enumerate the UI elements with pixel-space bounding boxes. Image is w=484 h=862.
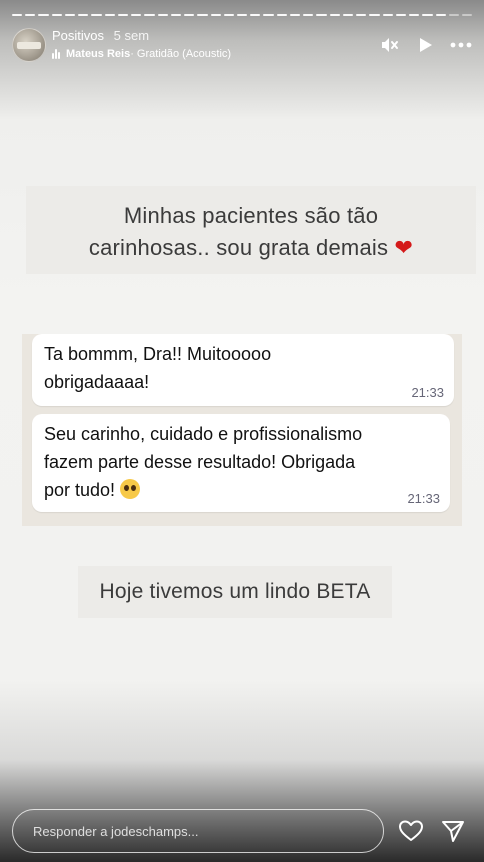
progress-segment xyxy=(78,14,89,16)
story-meta: Positivos 5 sem xyxy=(52,28,149,43)
progress-segment xyxy=(303,14,314,16)
pleading-face-emoji-icon xyxy=(120,479,141,499)
music-info[interactable]: Mateus Reis · Gratidão (Acoustic) xyxy=(52,48,231,60)
progress-segment xyxy=(369,14,380,16)
caption-top: Minhas pacientes são tão carinhosas.. so… xyxy=(26,186,476,274)
caption-top-line2: carinhosas.. sou grata demais xyxy=(88,235,395,260)
heart-emoji-icon: ❤ xyxy=(394,235,414,260)
account-name[interactable]: Positivos xyxy=(52,28,104,43)
progress-segment xyxy=(170,14,182,16)
progress-segment xyxy=(289,14,301,16)
progress-segment xyxy=(409,14,420,16)
progress-segment xyxy=(38,14,49,16)
chat-screenshot: Ta bommm, Dra!! Muitooooo obrigadaaaa! 2… xyxy=(22,334,462,526)
progress-segment xyxy=(448,14,459,16)
progress-segment xyxy=(157,14,168,16)
header-actions xyxy=(378,34,472,56)
progress-segment xyxy=(184,14,195,16)
message-time: 21:33 xyxy=(407,491,440,506)
post-time: 5 sem xyxy=(113,28,150,43)
music-artist: Mateus Reis xyxy=(66,48,131,60)
progress-segment xyxy=(342,14,354,16)
story-progress xyxy=(12,14,473,16)
progress-segment xyxy=(316,14,327,16)
play-icon[interactable] xyxy=(414,34,436,56)
progress-segment xyxy=(64,14,76,16)
message-text-line: por tudo! xyxy=(44,480,121,500)
reply-placeholder: Responder a jodeschamps... xyxy=(33,823,199,839)
progress-segment xyxy=(12,14,23,16)
progress-segment xyxy=(395,14,407,16)
send-icon[interactable] xyxy=(440,818,466,844)
speaker-mute-icon[interactable] xyxy=(378,34,400,56)
caption-bottom: Hoje tivemos um lindo BETA xyxy=(78,566,392,618)
progress-segment xyxy=(223,14,234,16)
progress-segment xyxy=(356,14,367,16)
story-viewer: Positivos 5 sem Mateus Reis · Gratidão (… xyxy=(0,0,484,862)
chat-bubble: Seu carinho, cuidado e profissionalismo … xyxy=(32,414,450,512)
progress-segment xyxy=(51,14,62,16)
progress-segment xyxy=(236,14,248,16)
message-text-line: obrigadaaaa! xyxy=(44,372,150,392)
progress-segment xyxy=(210,14,221,16)
progress-segment xyxy=(435,14,446,16)
progress-segment xyxy=(197,14,208,16)
music-title: · Gratidão (Acoustic) xyxy=(130,48,232,60)
progress-segment xyxy=(131,14,142,16)
progress-segment xyxy=(382,14,393,16)
message-time: 21:33 xyxy=(411,385,444,400)
heart-icon[interactable] xyxy=(398,818,424,844)
message-text-line: fazem parte desse resultado! Obrigada xyxy=(44,452,356,472)
music-bars-icon xyxy=(52,49,60,59)
caption-top-line1: Minhas pacientes são tão xyxy=(123,203,379,228)
progress-segment xyxy=(144,14,155,16)
progress-segment xyxy=(250,14,261,16)
avatar[interactable] xyxy=(12,28,46,62)
chat-bubble: Ta bommm, Dra!! Muitooooo obrigadaaaa! 2… xyxy=(32,334,454,406)
more-icon[interactable] xyxy=(450,34,472,56)
progress-segment xyxy=(117,14,129,16)
progress-segment xyxy=(91,14,102,16)
progress-segment xyxy=(104,14,115,16)
progress-segment xyxy=(422,14,433,16)
progress-segment xyxy=(25,14,36,16)
progress-segment xyxy=(276,14,287,16)
progress-segment xyxy=(263,14,274,16)
message-text-line: Seu carinho, cuidado e profissionalismo xyxy=(44,424,363,444)
progress-segment xyxy=(461,14,473,16)
reply-input[interactable]: Responder a jodeschamps... xyxy=(12,809,384,853)
story-header: Positivos 5 sem Mateus Reis · Gratidão (… xyxy=(12,26,472,66)
progress-segment xyxy=(329,14,340,16)
message-text-line: Ta bommm, Dra!! Muitooooo xyxy=(44,344,272,364)
